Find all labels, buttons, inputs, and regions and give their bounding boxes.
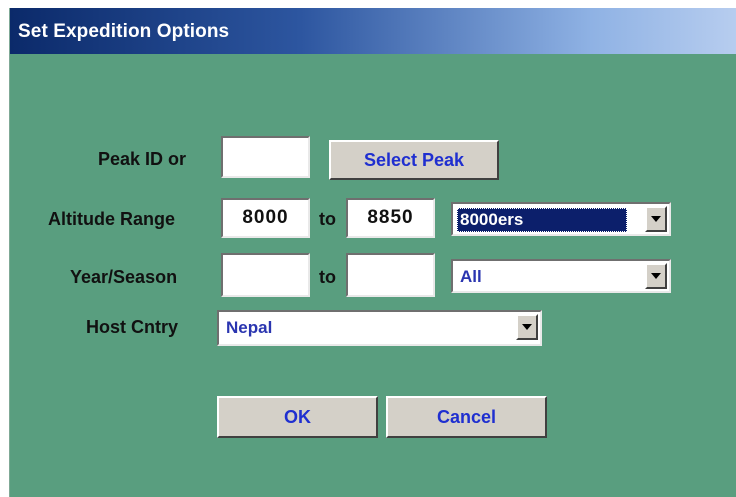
host-country-label: Host Cntry xyxy=(86,317,179,337)
chevron-down-icon xyxy=(651,273,661,279)
ok-button[interactable]: OK xyxy=(217,396,378,438)
altitude-to-label: to xyxy=(319,209,336,229)
host-country-dropdown-button[interactable] xyxy=(516,314,538,340)
season-dropdown-button[interactable] xyxy=(645,263,667,289)
altitude-preset-select[interactable]: 8000ers xyxy=(451,202,671,236)
peak-id-label: Peak ID or xyxy=(98,149,187,169)
dialog-title: Set Expedition Options xyxy=(18,21,230,42)
altitude-range-label: Altitude Range xyxy=(48,209,176,229)
host-country-value: Nepal xyxy=(226,318,273,337)
host-country-select[interactable]: Nepal xyxy=(217,310,542,346)
year-to-input[interactable] xyxy=(346,253,435,297)
chevron-down-icon xyxy=(522,324,532,330)
expedition-options-dialog: Set Expedition Options Peak ID or Select… xyxy=(9,8,736,497)
altitude-preset-value: 8000ers xyxy=(457,208,627,232)
season-select[interactable]: All xyxy=(451,259,671,293)
altitude-from-input[interactable]: 8000 xyxy=(221,198,310,238)
season-value: All xyxy=(460,267,482,286)
select-peak-button[interactable]: Select Peak xyxy=(329,140,499,180)
cancel-button[interactable]: Cancel xyxy=(386,396,547,438)
altitude-to-input[interactable]: 8850 xyxy=(346,198,435,238)
year-season-label: Year/Season xyxy=(70,267,178,287)
year-from-input[interactable] xyxy=(221,253,310,297)
year-to-label: to xyxy=(319,267,336,287)
altitude-preset-dropdown-button[interactable] xyxy=(645,206,667,232)
chevron-down-icon xyxy=(651,216,661,222)
peak-id-input[interactable] xyxy=(221,136,310,178)
title-bar[interactable]: Set Expedition Options xyxy=(10,8,736,54)
